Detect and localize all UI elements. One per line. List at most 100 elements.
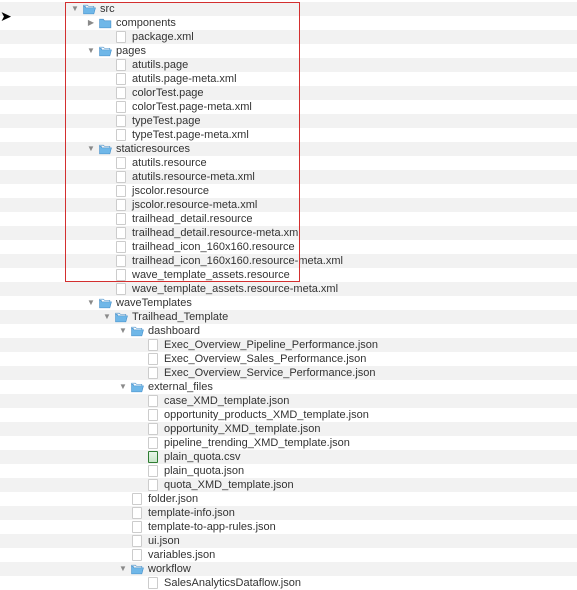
tree-row[interactable]: wave_template_assets.resource	[0, 268, 577, 282]
file-icon	[146, 353, 160, 365]
tree-row[interactable]: plain_quota.json	[0, 464, 577, 478]
tree-row[interactable]: atutils.resource	[0, 156, 577, 170]
tree-item-label: typeTest.page-meta.xml	[132, 128, 249, 142]
tree-item-label: jscolor.resource	[132, 184, 209, 198]
tree-item-label: workflow	[148, 562, 191, 576]
tree-row[interactable]: SalesAnalyticsDataflow.json	[0, 576, 577, 590]
tree-row[interactable]: opportunity_XMD_template.json	[0, 422, 577, 436]
tree-item-label: template-info.json	[148, 506, 235, 520]
tree-row[interactable]: opportunity_products_XMD_template.json	[0, 408, 577, 422]
tree-item-label: colorTest.page	[132, 86, 204, 100]
tree-row[interactable]: plain_quota.csv	[0, 450, 577, 464]
tree-item-label: atutils.resource	[132, 156, 207, 170]
tree-row[interactable]: package.xml	[0, 30, 577, 44]
file-icon	[130, 521, 144, 533]
disclosure-right-icon[interactable]: ▶	[86, 16, 96, 30]
tree-item-label: staticresources	[116, 142, 190, 156]
file-icon	[114, 241, 128, 253]
tree-row[interactable]: ui.json	[0, 534, 577, 548]
file-tree[interactable]: ▼src▶componentspackage.xml▼pagesatutils.…	[0, 0, 577, 590]
tree-item-label: pipeline_trending_XMD_template.json	[164, 436, 350, 450]
tree-row[interactable]: trailhead_icon_160x160.resource-meta.xml	[0, 254, 577, 268]
tree-row[interactable]: ▶ components	[0, 16, 577, 30]
tree-item-label: components	[116, 16, 176, 30]
tree-row[interactable]: typeTest.page-meta.xml	[0, 128, 577, 142]
disclosure-down-icon[interactable]: ▼	[86, 142, 96, 156]
tree-row[interactable]: variables.json	[0, 548, 577, 562]
tree-row[interactable]: trailhead_detail.resource	[0, 212, 577, 226]
file-icon	[114, 269, 128, 281]
file-icon	[114, 115, 128, 127]
tree-item-label: colorTest.page-meta.xml	[132, 100, 252, 114]
file-icon	[130, 507, 144, 519]
folder-open-icon	[130, 325, 144, 337]
tree-row[interactable]: ▼Trailhead_Template	[0, 310, 577, 324]
disclosure-down-icon[interactable]: ▼	[118, 562, 128, 576]
disclosure-down-icon[interactable]: ▼	[86, 296, 96, 310]
tree-item-label: trailhead_icon_160x160.resource	[132, 240, 295, 254]
tree-row[interactable]: jscolor.resource	[0, 184, 577, 198]
tree-row[interactable]: typeTest.page	[0, 114, 577, 128]
tree-item-label: pages	[116, 44, 146, 58]
tree-item-label: atutils.page	[132, 58, 188, 72]
tree-item-label: template-to-app-rules.json	[148, 520, 276, 534]
tree-row[interactable]: ▼dashboard	[0, 324, 577, 338]
tree-row[interactable]: wave_template_assets.resource-meta.xml	[0, 282, 577, 296]
file-icon	[114, 199, 128, 211]
tree-row[interactable]: Exec_Overview_Service_Performance.json	[0, 366, 577, 380]
tree-item-label: Exec_Overview_Sales_Performance.json	[164, 352, 366, 366]
disclosure-down-icon[interactable]: ▼	[70, 2, 80, 16]
tree-item-label: plain_quota.json	[164, 464, 244, 478]
tree-row[interactable]: colorTest.page-meta.xml	[0, 100, 577, 114]
tree-item-label: variables.json	[148, 548, 215, 562]
tree-item-label: atutils.resource-meta.xml	[132, 170, 255, 184]
tree-item-label: trailhead_detail.resource	[132, 212, 252, 226]
disclosure-down-icon[interactable]: ▼	[102, 310, 112, 324]
tree-row[interactable]: ▼src	[0, 2, 577, 16]
tree-row[interactable]: Exec_Overview_Pipeline_Performance.json	[0, 338, 577, 352]
file-icon	[114, 73, 128, 85]
tree-item-label: opportunity_XMD_template.json	[164, 422, 321, 436]
tree-row[interactable]: trailhead_icon_160x160.resource	[0, 240, 577, 254]
tree-row[interactable]: template-to-app-rules.json	[0, 520, 577, 534]
tree-item-label: SalesAnalyticsDataflow.json	[164, 576, 301, 590]
tree-row[interactable]: ▼ pages	[0, 44, 577, 58]
tree-row[interactable]: Exec_Overview_Sales_Performance.json	[0, 352, 577, 366]
disclosure-down-icon[interactable]: ▼	[86, 44, 96, 58]
tree-row[interactable]: template-info.json	[0, 506, 577, 520]
tree-item-label: external_files	[148, 380, 213, 394]
disclosure-down-icon[interactable]: ▼	[118, 380, 128, 394]
file-icon	[146, 367, 160, 379]
tree-item-label: jscolor.resource-meta.xml	[132, 198, 257, 212]
file-icon	[146, 437, 160, 449]
tree-row[interactable]: ▼ staticresources	[0, 142, 577, 156]
tree-item-label: folder.json	[148, 492, 198, 506]
tree-row[interactable]: ▼waveTemplates	[0, 296, 577, 310]
tree-row[interactable]: atutils.page-meta.xml	[0, 72, 577, 86]
tree-row[interactable]: ▼ external_files	[0, 380, 577, 394]
tree-item-label: trailhead_icon_160x160.resource-meta.xml	[132, 254, 343, 268]
tree-row[interactable]: atutils.resource-meta.xml	[0, 170, 577, 184]
tree-row[interactable]: jscolor.resource-meta.xml	[0, 198, 577, 212]
tree-row[interactable]: folder.json	[0, 492, 577, 506]
tree-item-label: package.xml	[132, 30, 194, 44]
tree-row[interactable]: ▼ workflow	[0, 562, 577, 576]
file-icon	[146, 577, 160, 589]
tree-row[interactable]: case_XMD_template.json	[0, 394, 577, 408]
file-icon	[146, 479, 160, 491]
disclosure-down-icon[interactable]: ▼	[118, 324, 128, 338]
tree-row[interactable]: trailhead_detail.resource-meta.xml	[0, 226, 577, 240]
tree-row[interactable]: pipeline_trending_XMD_template.json	[0, 436, 577, 450]
tree-item-label: plain_quota.csv	[164, 450, 240, 464]
tree-item-label: quota_XMD_template.json	[164, 478, 294, 492]
folder-open-icon	[98, 297, 112, 309]
file-icon	[130, 549, 144, 561]
folder-open-icon	[114, 311, 128, 323]
file-icon	[114, 283, 128, 295]
tree-row[interactable]: atutils.page	[0, 58, 577, 72]
tree-item-label: opportunity_products_XMD_template.json	[164, 408, 369, 422]
tree-row[interactable]: colorTest.page	[0, 86, 577, 100]
tree-row[interactable]: quota_XMD_template.json	[0, 478, 577, 492]
file-icon	[114, 171, 128, 183]
folder-open-icon	[130, 563, 144, 575]
